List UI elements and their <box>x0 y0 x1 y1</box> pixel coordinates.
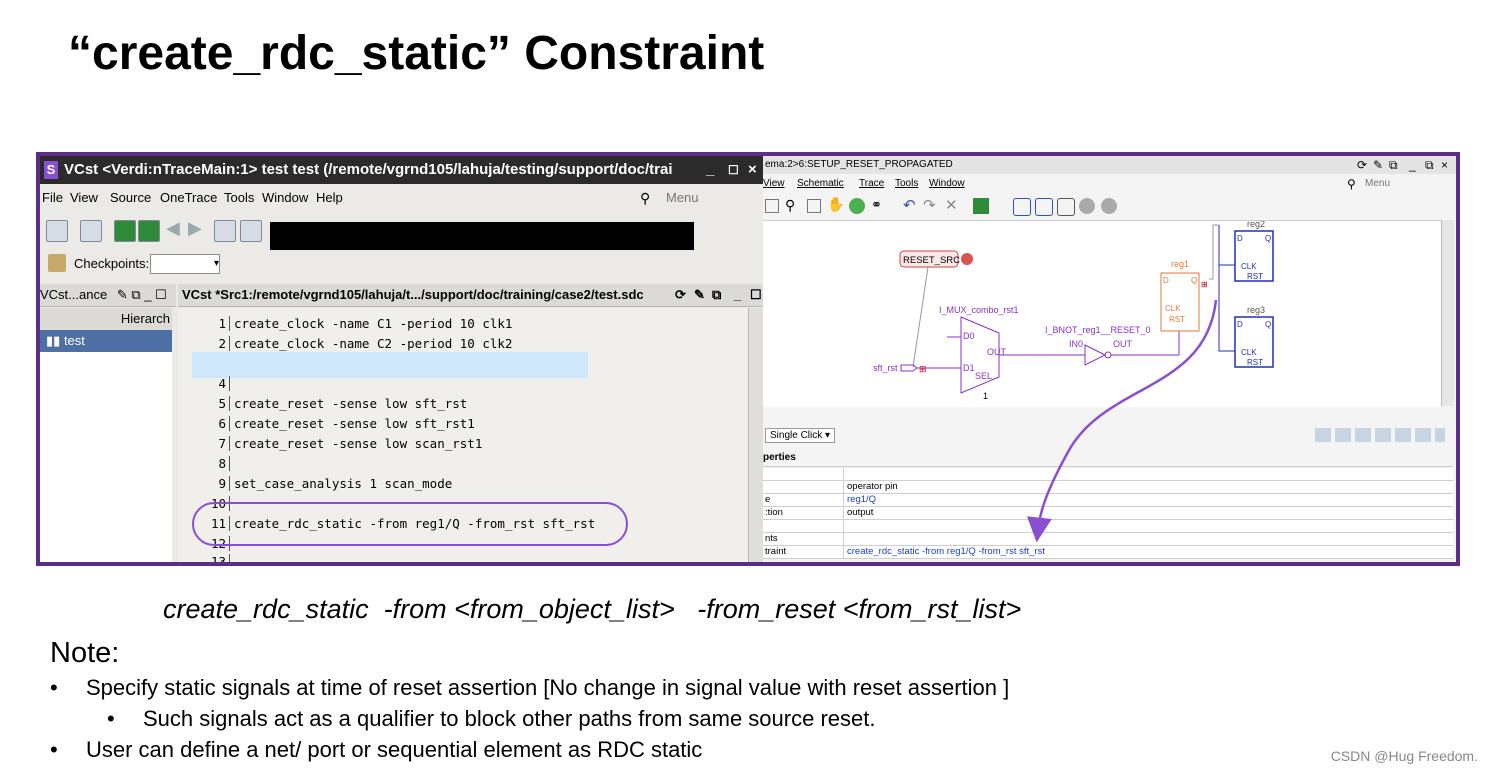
watermark: CSDN @Hug Freedom. <box>1330 748 1478 764</box>
note-heading: Note: <box>50 637 119 670</box>
annotation-arrow <box>1026 299 1218 543</box>
bullet-item: • User can define a net/ port or sequenti… <box>50 737 703 762</box>
tool-screenshot-frame: S VCst <Verdi:nTraceMain:1> test test (/… <box>36 152 1460 566</box>
slide-title: “create_rdc_static” Constraint <box>68 27 765 80</box>
note-label: Note <box>50 637 112 669</box>
bullet-item: • Such signals act as a qualifier to bloc… <box>107 706 876 731</box>
note-colon: : <box>111 637 120 669</box>
syntax-line: create_rdc_static -from <from_object_lis… <box>163 594 1022 624</box>
bullet-item: • Specify static signals at time of reset… <box>50 675 1010 700</box>
